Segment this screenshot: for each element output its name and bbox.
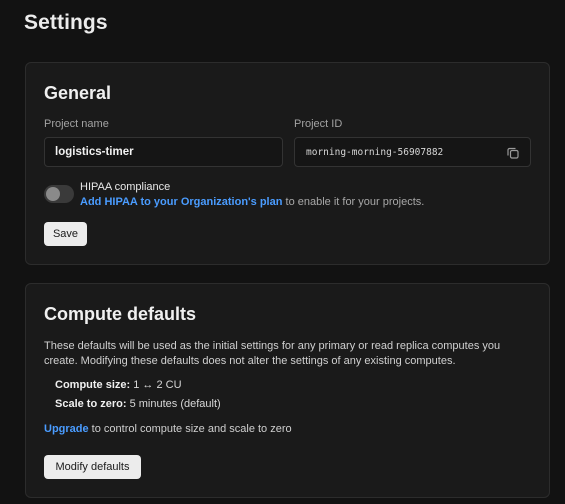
compute-size-label: Compute size: (55, 379, 131, 391)
upgrade-link[interactable]: Upgrade (44, 423, 89, 435)
project-id-label: Project ID (294, 118, 343, 130)
compute-description: These defaults will be used as the initi… (44, 340, 501, 367)
compute-defaults-card: Compute defaults These defaults will be … (25, 283, 550, 498)
compute-size-value: 1 ↔ 2 CU (130, 379, 182, 391)
scale-to-zero-value: 5 minutes (default) (126, 398, 221, 410)
hipaa-title: HIPAA compliance (80, 181, 171, 193)
settings-page: Settings General Project name logistics-… (0, 0, 565, 504)
page-title: Settings (24, 11, 108, 34)
hipaa-toggle[interactable] (44, 185, 74, 203)
upgrade-line: Upgrade to control compute size and scal… (44, 423, 292, 435)
project-id-field: morning-morning-56907882 (294, 137, 531, 167)
project-name-label: Project name (44, 118, 109, 130)
project-id-value: morning-morning-56907882 (306, 146, 444, 158)
hipaa-suffix: to enable it for your projects. (282, 196, 425, 208)
compute-size-row: Compute size: 1 ↔ 2 CU (55, 379, 182, 391)
add-hipaa-link[interactable]: Add HIPAA to your Organization's plan (80, 196, 282, 208)
scale-to-zero-label: Scale to zero: (55, 398, 127, 410)
modify-defaults-button[interactable]: Modify defaults (44, 455, 141, 479)
toggle-knob (46, 187, 60, 201)
project-name-value: logistics-timer (55, 146, 134, 158)
compute-title: Compute defaults (44, 304, 197, 324)
general-card: General Project name logistics-timer Pro… (25, 62, 550, 265)
copy-icon[interactable] (506, 146, 520, 160)
project-name-input[interactable]: logistics-timer (44, 137, 283, 167)
save-button[interactable]: Save (44, 222, 87, 246)
upgrade-text: to control compute size and scale to zer… (88, 423, 292, 435)
scale-to-zero-row: Scale to zero: 5 minutes (default) (55, 398, 221, 410)
general-title: General (44, 83, 112, 103)
hipaa-description: Add HIPAA to your Organization's plan to… (80, 196, 424, 208)
